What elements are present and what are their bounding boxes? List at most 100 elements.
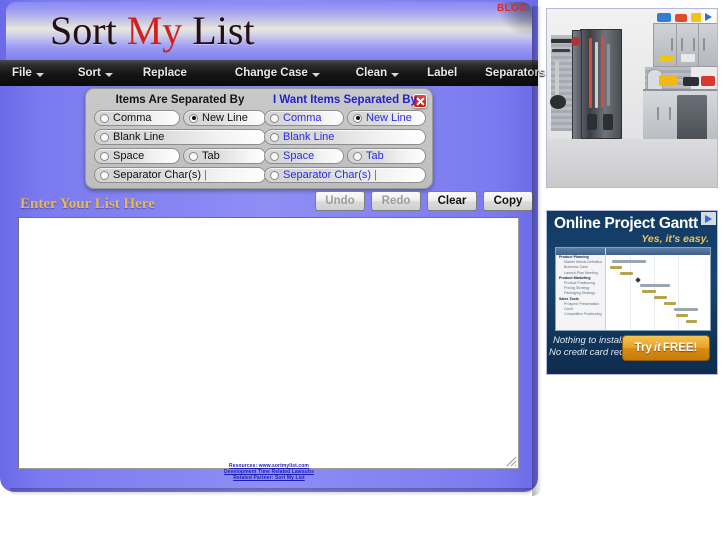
- menu-item-replace[interactable]: Replace: [143, 67, 187, 79]
- source-option-separator-chars[interactable]: Separator Char(s) |: [94, 167, 266, 183]
- source-row-3: Space Tab: [94, 148, 266, 164]
- garage-tool-rod: [601, 36, 604, 108]
- app-title-part1: Sort: [50, 8, 127, 53]
- chevron-down-icon: [391, 72, 400, 77]
- source-option-tab[interactable]: Tab: [183, 148, 266, 164]
- garage-power-tool: [701, 76, 715, 86]
- gantt-ad-cta-button[interactable]: Try it FREE!: [622, 335, 710, 361]
- gantt-bar: [654, 296, 667, 299]
- menu-item-separators[interactable]: Separators: [485, 67, 545, 79]
- source-option-space[interactable]: Space: [94, 148, 180, 164]
- clear-button[interactable]: Clear: [427, 191, 477, 211]
- source-row-2: Blank Line: [94, 129, 266, 145]
- garage-reel: [587, 114, 597, 130]
- menu-item-label: Change Case: [234, 67, 308, 79]
- garage-hanging-tool: [555, 61, 559, 95]
- garage-bin: [675, 14, 687, 22]
- chevron-down-icon: [311, 72, 320, 77]
- menu-item-clean[interactable]: Clean: [355, 67, 400, 79]
- source-separator-chars-input[interactable]: |: [204, 169, 207, 181]
- target-option-comma-label: Comma: [283, 112, 322, 124]
- source-separator-column: Items Are Separated By Comma New Line Bl…: [94, 94, 266, 186]
- radio-icon: [270, 170, 279, 180]
- app-title-part3: List: [192, 8, 255, 53]
- source-option-new-line[interactable]: New Line: [183, 110, 266, 126]
- ad-rail: Online Project Gantt Yes, it's easy. Pro…: [546, 8, 718, 375]
- source-option-new-line-label: New Line: [202, 112, 248, 124]
- copy-button[interactable]: Copy: [483, 191, 533, 211]
- redo-button[interactable]: Redo: [371, 191, 421, 211]
- footer-links: Resources: www.sortmylist.com Development…: [0, 463, 538, 482]
- gantt-bar: [642, 290, 656, 293]
- target-option-space-label: Space: [283, 150, 315, 162]
- source-option-space-label: Space: [113, 150, 145, 162]
- target-option-tab[interactable]: Tab: [347, 148, 426, 164]
- gantt-task-list: Product Planning Market Needs Definition B…: [556, 248, 606, 330]
- source-row-1: Comma New Line: [94, 110, 266, 126]
- gantt-cta-it: it: [653, 342, 661, 354]
- garage-storage-ad[interactable]: [546, 8, 718, 188]
- radio-icon: [353, 113, 362, 123]
- gantt-task-row: Competitive Positioning: [564, 312, 602, 317]
- menu-item-label: Clean: [355, 67, 388, 79]
- radio-icon: [100, 170, 109, 180]
- radio-icon: [270, 113, 279, 123]
- target-option-blank-line[interactable]: Blank Line: [264, 129, 426, 145]
- garage-tool-rod: [589, 38, 592, 108]
- target-option-new-line-label: New Line: [366, 112, 412, 124]
- target-option-comma[interactable]: Comma: [264, 110, 344, 126]
- menu-item-label: Separators: [485, 67, 546, 79]
- target-separator-chars-input[interactable]: |: [374, 169, 377, 181]
- menu-item-label: Label: [427, 67, 458, 79]
- target-option-space[interactable]: Space: [264, 148, 344, 164]
- target-option-blank-line-label: Blank Line: [283, 131, 335, 143]
- gantt-ad-title: Online Project Gantt: [554, 215, 698, 232]
- footer-link[interactable]: Related Partner: Sort My List: [0, 475, 538, 481]
- menu-item-sort[interactable]: Sort: [78, 67, 113, 79]
- garage-bin: [657, 13, 671, 22]
- target-row-3: Space Tab: [264, 148, 426, 164]
- target-row-2: Blank Line: [264, 129, 426, 145]
- app-title: Sort My List: [50, 2, 255, 60]
- gantt-bar: [676, 314, 688, 317]
- garage-floor: [547, 139, 717, 187]
- target-row-4: Separator Char(s) |: [264, 167, 426, 183]
- gantt-task-list-header: [556, 248, 605, 255]
- garage-tool-rod: [607, 44, 610, 106]
- page-root: Sort My List BLOG File Sort Replace Change …: [0, 0, 727, 545]
- source-option-separator-chars-label: Separator Char(s): [113, 169, 202, 181]
- menu-bar: File Sort Replace Change Case Clean Label Sepa…: [0, 60, 545, 86]
- menu-item-label: Sort: [77, 67, 101, 79]
- garage-tall-cabinet: [572, 29, 622, 140]
- menu-item-label: Replace: [142, 67, 187, 79]
- gantt-bar: [686, 320, 697, 323]
- target-separator-heading: I Want Items Separated By: [272, 94, 417, 106]
- blog-link[interactable]: BLOG: [497, 3, 527, 14]
- source-option-blank-line[interactable]: Blank Line: [94, 129, 266, 145]
- menu-item-label[interactable]: Label: [427, 67, 457, 79]
- garage-toolbox: [681, 54, 695, 62]
- radio-icon: [189, 151, 198, 161]
- garage-power-tool: [683, 77, 699, 86]
- adchoices-icon[interactable]: [701, 212, 716, 225]
- radio-icon: [100, 151, 109, 161]
- gantt-ad[interactable]: Online Project Gantt Yes, it's easy. Pro…: [546, 210, 718, 375]
- menu-item-file[interactable]: File: [12, 67, 44, 79]
- target-option-new-line[interactable]: New Line: [347, 110, 426, 126]
- app-banner: Sort My List: [6, 2, 532, 60]
- radio-icon: [270, 151, 279, 161]
- app-window: Sort My List BLOG File Sort Replace Change …: [0, 0, 545, 496]
- radio-icon: [189, 113, 198, 123]
- source-option-comma[interactable]: Comma: [94, 110, 180, 126]
- chevron-down-icon: [104, 72, 113, 77]
- menu-item-change-case[interactable]: Change Case: [235, 67, 320, 79]
- adchoices-icon[interactable]: [701, 10, 716, 23]
- app-title-part2: My: [126, 8, 193, 53]
- gantt-ad-footer-line1: Nothing to install.: [553, 335, 626, 346]
- target-option-separator-chars[interactable]: Separator Char(s) |: [264, 167, 426, 183]
- list-textarea[interactable]: [18, 217, 519, 469]
- gantt-screenshot: Product Planning Market Needs Definition B…: [555, 247, 711, 331]
- source-row-4: Separator Char(s) |: [94, 167, 266, 183]
- undo-button[interactable]: Undo: [315, 191, 365, 211]
- gantt-bar: [640, 284, 670, 287]
